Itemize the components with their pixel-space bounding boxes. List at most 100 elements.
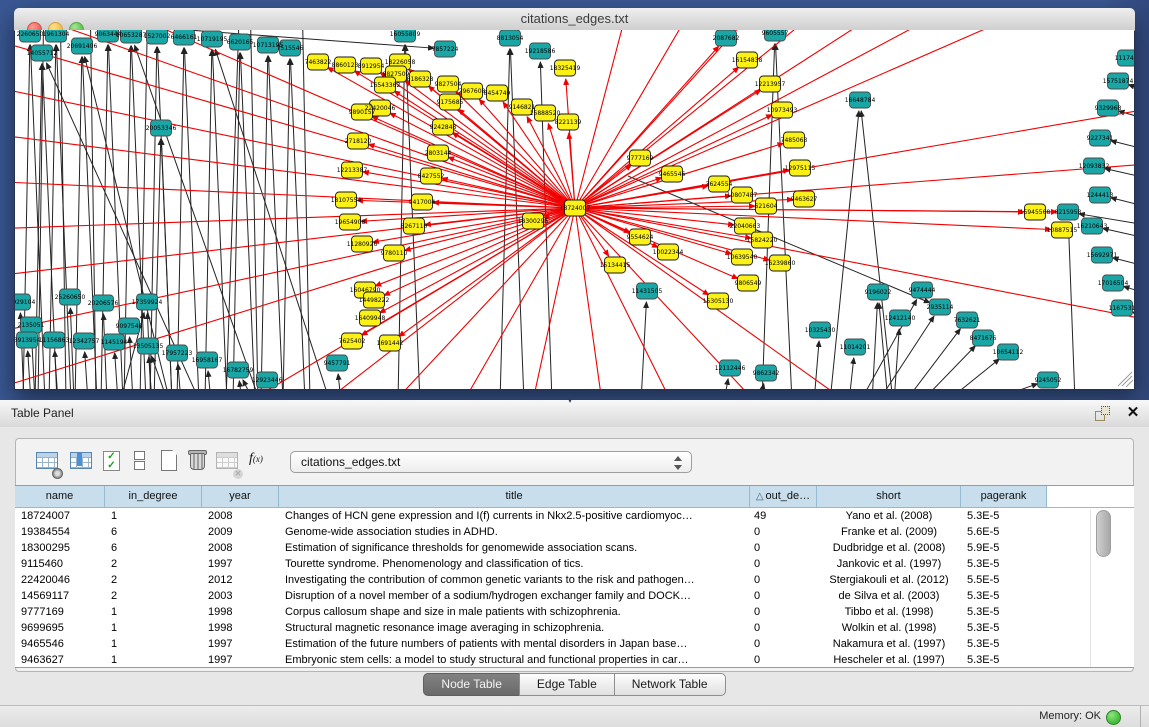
table-cell: Dudbridge et al. (2008)	[817, 540, 961, 556]
table-cell: 1998	[202, 604, 279, 620]
splitter-handle-icon[interactable]: ▾	[568, 396, 572, 405]
graph-node-label: 7515546	[277, 45, 304, 52]
float-window-icon[interactable]	[1095, 406, 1111, 422]
table-row[interactable]: 1938455462009Genome-wide association stu…	[15, 524, 1134, 540]
close-panel-icon[interactable]: ✕	[1124, 403, 1142, 423]
window-titlebar[interactable]: citations_edges.txt	[14, 8, 1135, 31]
graph-node-label: 8215958	[1055, 209, 1082, 216]
graph-node-label: 12342757	[69, 338, 100, 345]
unselect-all-icon[interactable]	[125, 446, 153, 476]
table-cell: 14569117	[15, 588, 105, 604]
column-header-short[interactable]: short	[817, 486, 961, 507]
graph-node-label: 15945568	[1020, 209, 1051, 216]
table-cell: Embryonic stem cells: a model to study s…	[279, 652, 750, 668]
table-cell: 5.3E-5	[961, 588, 1047, 604]
column-visibility-icon[interactable]	[67, 446, 95, 476]
function-builder-icon[interactable]: f(x)	[247, 446, 275, 476]
checkmarks-glyph: ✓✓	[103, 451, 120, 471]
graph-node-label: 9465546	[659, 171, 686, 178]
graph-node-label: 16782759	[223, 367, 254, 374]
graph-node-label: 621604	[755, 203, 778, 210]
citation-network-graph[interactable]: 2260650196130420691406140557129063444106…	[15, 30, 1134, 389]
tab-node-table[interactable]: Node Table	[423, 673, 520, 696]
table-cell: 5.3E-5	[961, 556, 1047, 572]
table-row[interactable]: 1872400712008Changes of HCN gene express…	[15, 508, 1134, 524]
gear-icon	[52, 468, 63, 479]
graph-node-label: 9457791	[324, 360, 351, 367]
graph-node-label: 15692971	[1087, 252, 1118, 259]
memory-status-indicator-icon[interactable]	[1106, 710, 1121, 725]
table-row[interactable]: 2242004622012Investigating the contribut…	[15, 572, 1134, 588]
graph-node-label: 15134415	[600, 262, 631, 269]
table-cell: 49	[750, 508, 817, 524]
table-selector-dropdown[interactable]: citations_edges.txt	[290, 451, 692, 473]
table-row[interactable]: 969969511998Structural magnetic resonanc…	[15, 620, 1134, 636]
table-cell: 2	[105, 588, 202, 604]
graph-node-label: 9417004	[409, 199, 436, 206]
network-view-window: citations_edges.txt 22606501961304206914…	[14, 8, 1135, 390]
graph-node-label: 7857224	[432, 46, 459, 53]
column-header-name[interactable]: name	[15, 486, 105, 507]
table-cell: 0	[750, 604, 817, 620]
graph-node-label: 8267110	[401, 223, 428, 230]
table-row[interactable]: 1456911722003Disruption of a novel membe…	[15, 588, 1134, 604]
graph-node-label: 15888520	[530, 110, 561, 117]
graph-node-label: 3913954	[15, 337, 41, 344]
table-cell: 2	[105, 572, 202, 588]
table-cell: 9115460	[15, 556, 105, 572]
tab-network-table[interactable]: Network Table	[614, 673, 726, 696]
graph-node-label: 16648784	[845, 97, 876, 104]
table-row[interactable]: 1830029562008Estimation of significance …	[15, 540, 1134, 556]
select-all-icon[interactable]: ✓✓	[98, 446, 126, 476]
column-header-in_degree[interactable]: in_degree	[105, 486, 202, 507]
table-cell: 0	[750, 572, 817, 588]
graph-node-label: 16055809	[390, 31, 421, 38]
delete-selected-icon[interactable]	[183, 446, 211, 476]
graph-node-label: 8221139	[555, 119, 582, 126]
column-header-title[interactable]: title	[279, 486, 750, 507]
table-cell: 0	[750, 636, 817, 652]
network-canvas[interactable]: 2260650196130420691406140557129063444106…	[15, 30, 1134, 389]
table-cell: 19384554	[15, 524, 105, 540]
graph-node-label: 15824220	[747, 237, 778, 244]
tab-edge-table[interactable]: Edge Table	[519, 673, 615, 696]
table-settings-icon[interactable]	[33, 446, 61, 476]
graph-node-label: 2803144	[425, 150, 452, 157]
graph-node-label: 11156863	[39, 337, 70, 344]
graph-node-label: 12923446	[252, 377, 283, 384]
table-row[interactable]: 911546021997Tourette syndrome. Phenomeno…	[15, 556, 1134, 572]
graph-node-label: 9474444	[909, 287, 936, 294]
table-row[interactable]: 946554611997Estimation of the future num…	[15, 636, 1134, 652]
trash-icon	[190, 453, 205, 470]
table-cell: 2008	[202, 508, 279, 524]
graph-node-label: 12975115	[785, 165, 816, 172]
graph-node-label: 8454749	[484, 90, 511, 97]
graph-node-label: 9196022	[865, 289, 892, 296]
column-header-year[interactable]: year	[202, 486, 279, 507]
vertical-scrollbar-thumb[interactable]	[1096, 510, 1111, 557]
graph-node-label: 12213957	[755, 81, 786, 88]
table-cell: Jankovic et al. (1997)	[817, 556, 961, 572]
graph-node-label: 9862342	[753, 370, 780, 377]
status-bar: Memory: OK	[0, 705, 1149, 727]
node-attribute-table: namein_degreeyeartitle△out_de…shortpager…	[15, 485, 1134, 668]
column-header-out_de[interactable]: △out_de…	[750, 486, 817, 507]
graph-node-label: 9827504	[435, 81, 462, 88]
new-table-icon[interactable]	[155, 446, 183, 476]
window-title: citations_edges.txt	[14, 8, 1135, 30]
table-cell: 0	[750, 556, 817, 572]
graph-node-label: 12213387	[337, 167, 368, 174]
header-filler	[1047, 486, 1134, 507]
graph-node-label: 2135051	[18, 322, 45, 329]
table-body: 1872400712008Changes of HCN gene express…	[15, 508, 1134, 668]
table-cell: 2008	[202, 540, 279, 556]
graph-node-label: 15751874	[1103, 78, 1134, 85]
table-cell: 6	[105, 524, 202, 540]
graph-node-label: 18107554	[331, 197, 362, 204]
graph-node-label: 2935114	[927, 304, 954, 311]
table-cell: 1997	[202, 556, 279, 572]
column-header-pagerank[interactable]: pagerank	[961, 486, 1047, 507]
table-cell: 1	[105, 604, 202, 620]
table-row[interactable]: 946362711997Embryonic stem cells: a mode…	[15, 652, 1134, 668]
table-row[interactable]: 977716911998Corpus callosum shape and si…	[15, 604, 1134, 620]
